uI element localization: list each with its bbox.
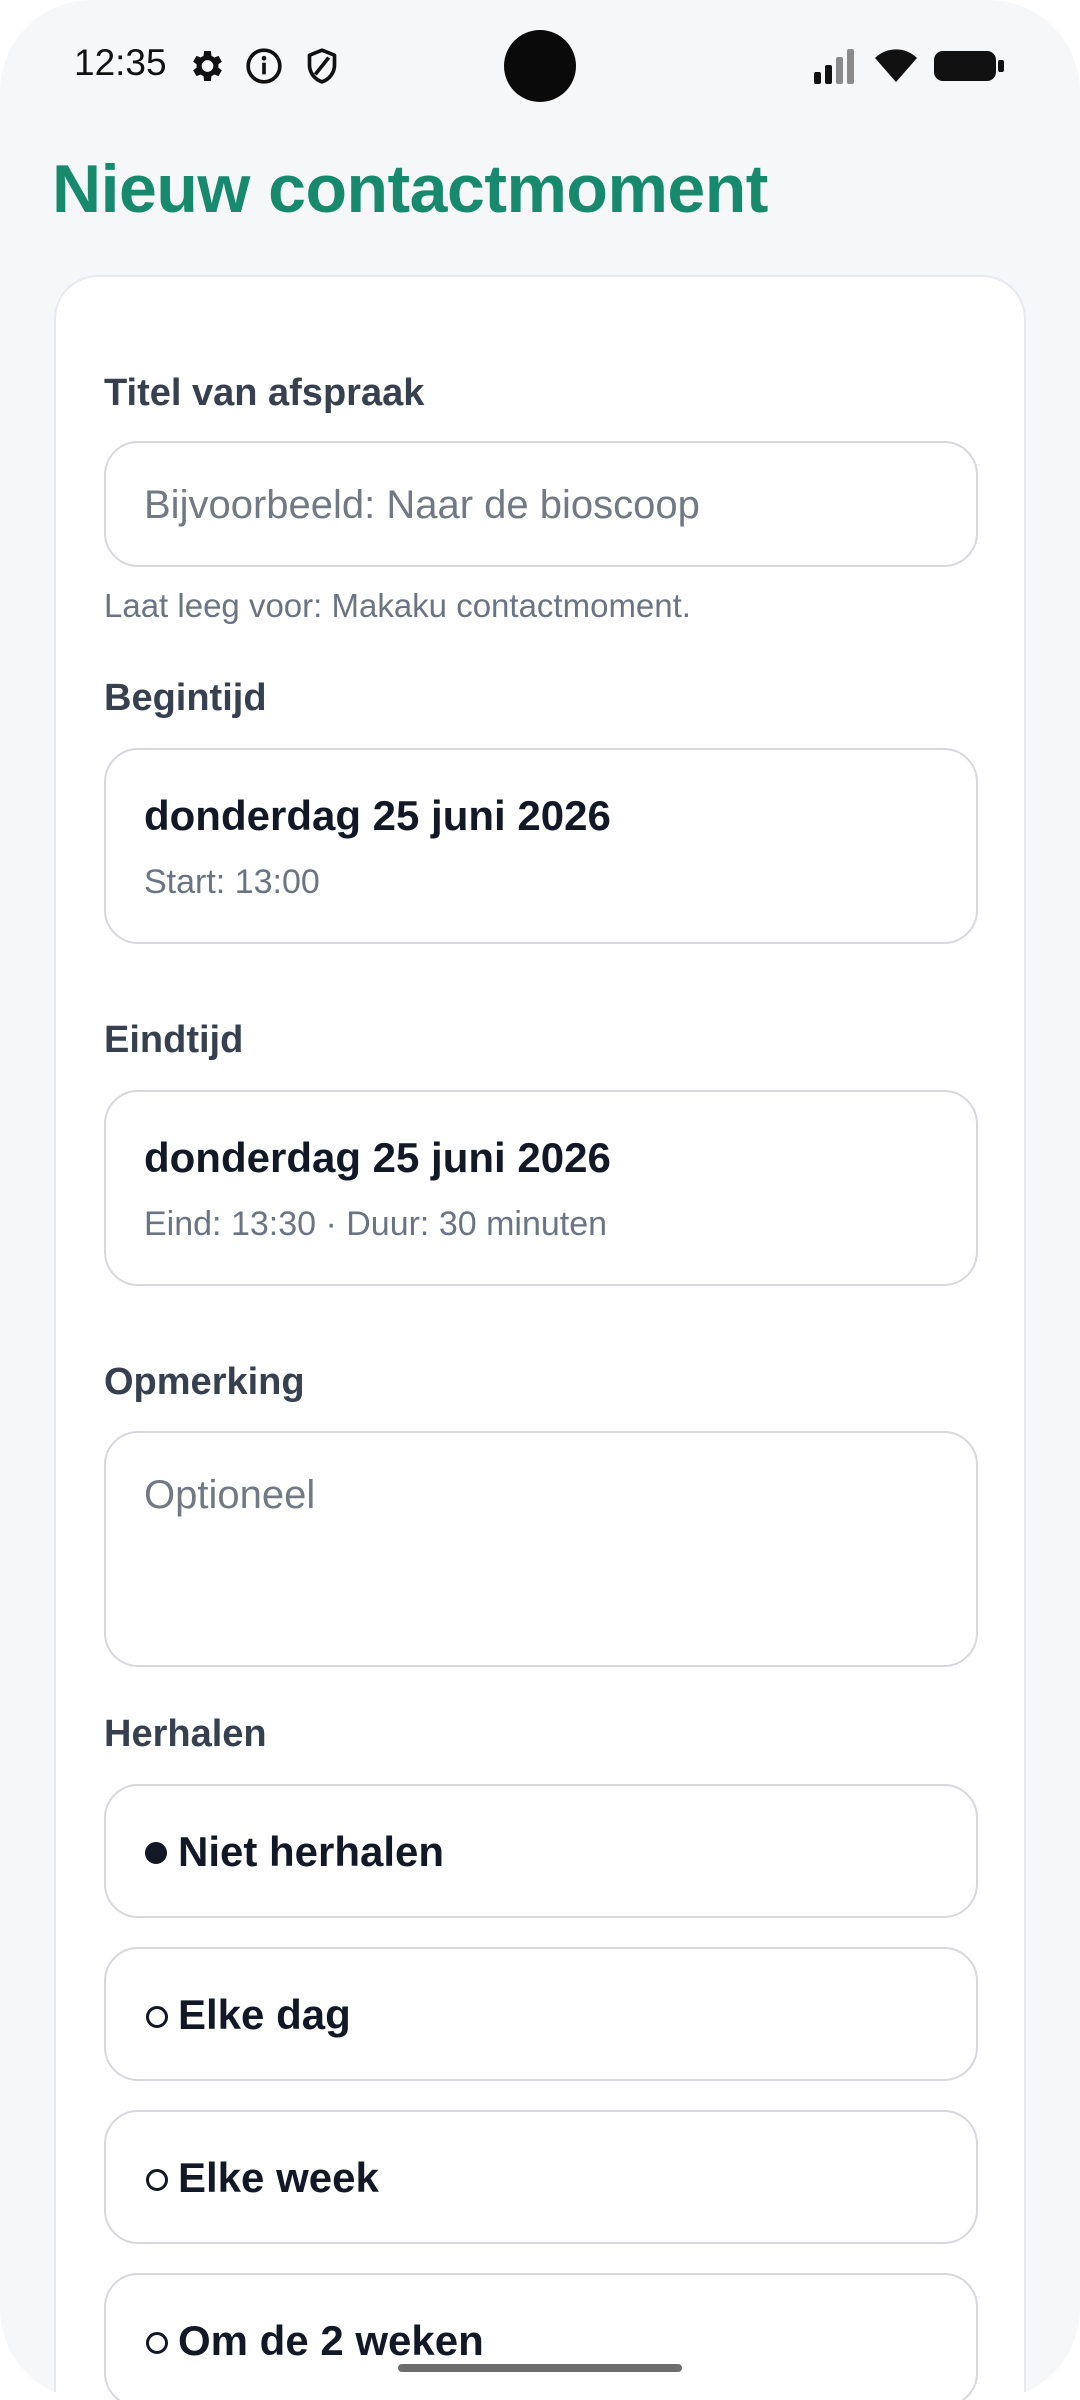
radio-unselected-icon [146,2006,168,2028]
front-camera [504,30,576,102]
title-input[interactable]: Bijvoorbeeld: Naar de bioscoop [104,441,978,567]
repeat-option-label: Niet herhalen [178,1828,445,1875]
start-time-picker[interactable]: donderdag 25 juni 2026 Start: 13:00 [104,748,978,944]
repeat-label: Herhalen [104,1713,267,1755]
start-time-detail: Start: 13:00 [144,863,320,901]
note-label: Opmerking [104,1361,305,1403]
title-input-placeholder: Bijvoorbeeld: Naar de bioscoop [144,483,700,527]
status-bar: 12:35 [0,0,1080,130]
repeat-option-biweekly[interactable]: Om de 2 weken [104,2273,978,2400]
repeat-option-label: Elke dag [178,1991,351,2038]
shield-icon [307,48,337,84]
end-date: donderdag 25 juni 2026 [144,1134,611,1181]
form-card: Titel van afspraak Bijvoorbeeld: Naar de… [54,275,1026,2400]
start-time-label: Begintijd [104,677,267,719]
status-time: 12:35 [74,42,167,83]
title-field-label: Titel van afspraak [104,372,425,414]
note-placeholder: Optioneel [144,1473,316,1517]
page-title: Nieuw contactmoment [52,151,768,227]
radio-selected-icon [145,1842,167,1864]
info-icon [246,48,282,84]
gear-icon [193,51,222,81]
repeat-option-weekly[interactable]: Elke week [104,2110,978,2244]
title-field-hint: Laat leeg voor: Makaku contactmoment. [104,587,691,624]
radio-unselected-icon [146,2332,168,2354]
repeat-option-label: Om de 2 weken [178,2317,484,2364]
repeat-option-daily[interactable]: Elke dag [104,1947,978,2081]
signal-icon [814,49,854,84]
radio-unselected-icon [146,2169,168,2191]
repeat-option-none[interactable]: Niet herhalen [104,1784,978,1918]
end-time-label: Eindtijd [104,1019,244,1061]
end-time-detail: Eind: 13:30 · Duur: 30 minuten [144,1205,608,1243]
start-date: donderdag 25 juni 2026 [144,792,611,839]
end-time-picker[interactable]: donderdag 25 juni 2026 Eind: 13:30 · Duu… [104,1090,978,1286]
note-textarea[interactable]: Optioneel [104,1431,978,1667]
repeat-option-label: Elke week [178,2154,379,2201]
battery-icon [934,51,1004,81]
phone-screen: 12:35 Nieuw contactmoment Titel van afsp… [0,0,1080,2400]
wifi-icon [875,49,917,82]
home-indicator[interactable] [398,2364,682,2372]
